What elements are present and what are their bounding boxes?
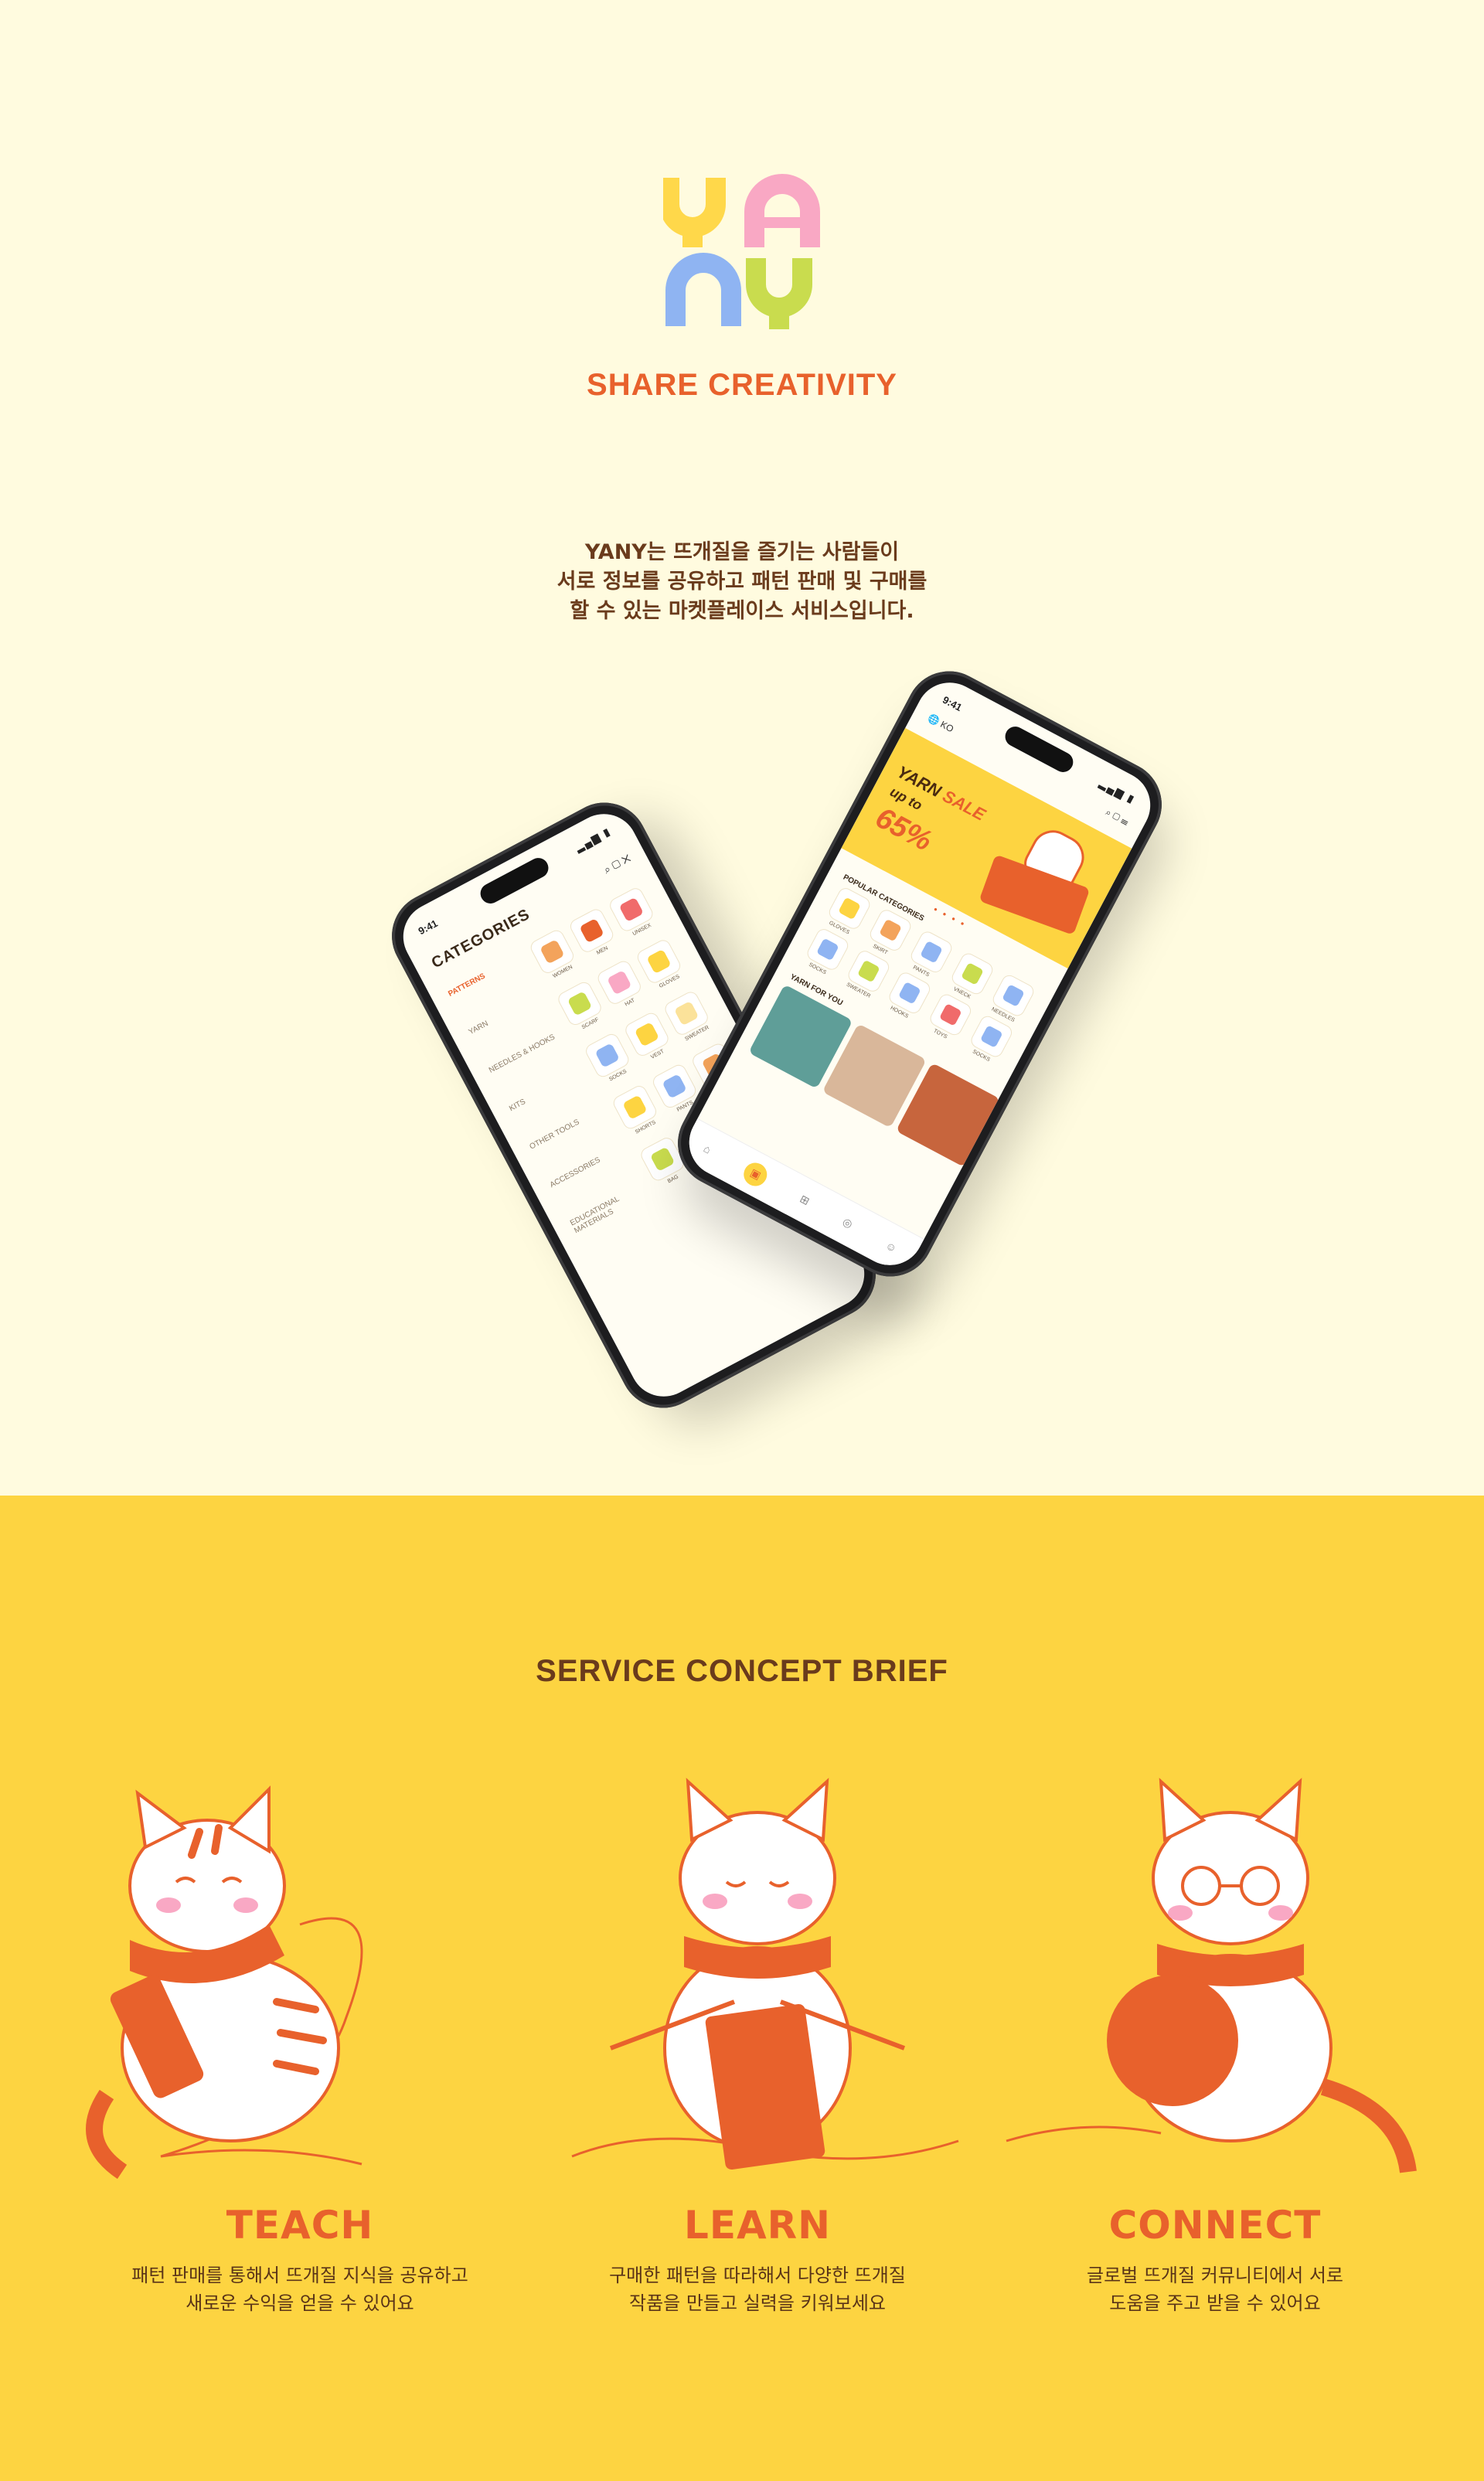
concept-heading: CONNECT: [1108, 2203, 1322, 2248]
banner-sale: SALE: [939, 786, 989, 825]
home-tab-icon[interactable]: ⌂: [702, 1142, 713, 1155]
yarn-ball-cat-illustration: [1006, 1778, 1417, 2173]
phone-screen: 9:41 ▂▄▆ ▮ 🌐 KO ⌕ ▢ ☰ YARN SALE up to 65…: [677, 670, 1162, 1278]
description-line: 새로운 수익을 얻을 수 있어요: [186, 2292, 414, 2314]
section-title: SERVICE CONCEPT BRIEF: [536, 1654, 948, 1688]
category-icon: [539, 939, 565, 965]
yany-logo: [663, 174, 820, 329]
concept-heading: LEARN: [683, 2203, 832, 2248]
description-line: 도움을 주고 받을 수 있어요: [1109, 2292, 1321, 2314]
description-line: 작품을 만들고 실력을 키워보세요: [628, 2292, 886, 2314]
concept-heading: TEACH: [226, 2203, 374, 2248]
intro-line: 할 수 있는 마켓플레이스 서비스입니다.: [570, 599, 914, 623]
category-icon: [622, 1094, 648, 1120]
category-icon: [646, 948, 672, 975]
description-line: 패턴 판매를 통해서 뜨개질 지식을 공유하고: [131, 2265, 468, 2286]
language-label: KO: [938, 718, 956, 735]
category-icon: [979, 1025, 1003, 1048]
category-icon: [857, 959, 880, 983]
intro-line: 서로 정보를 공유하고 패턴 판매 및 구매를: [556, 570, 928, 594]
concept-description: 패턴 판매를 통해서 뜨개질 지식을 공유하고 새로운 수익을 얻을 수 있어요: [83, 2261, 516, 2317]
category-icon: [938, 1003, 962, 1026]
status-time: 9:41: [416, 917, 440, 938]
category-icon: [662, 1074, 687, 1099]
add-tab-icon[interactable]: ⊞: [798, 1193, 812, 1209]
description-line: 구매한 패턴을 따라해서 다양한 뜨개질: [609, 2265, 906, 2286]
concept-teach: TEACH 패턴 판매를 통해서 뜨개질 지식을 공유하고 새로운 수익을 얻을…: [83, 1754, 516, 2317]
category-icon: [838, 897, 861, 921]
close-icon[interactable]: ✕: [619, 852, 632, 866]
phone-mockup-home: 9:41 ▂▄▆ ▮ 🌐 KO ⌕ ▢ ☰ YARN SALE up to 65…: [662, 655, 1177, 1292]
category-icon: [607, 969, 632, 995]
category-icon: [897, 981, 921, 1005]
category-icon: [816, 938, 839, 961]
category-icon: [579, 917, 604, 944]
concept-learn: LEARN 구매한 패턴을 따라해서 다양한 뜨개질 작품을 만들고 실력을 키…: [541, 1754, 974, 2317]
language-selector[interactable]: 🌐 KO: [926, 712, 955, 735]
category-icon: [618, 897, 645, 923]
profile-tab-icon[interactable]: ☺: [883, 1238, 899, 1254]
concept-description: 글로벌 뜨개질 커뮤니티에서 서로 도움을 주고 받을 수 있어요: [999, 2261, 1431, 2317]
category-icon: [879, 918, 902, 942]
category-icon: [594, 1043, 620, 1068]
category-icon: [567, 991, 593, 1016]
category-icon: [1002, 984, 1025, 1007]
description-line: 글로벌 뜨개질 커뮤니티에서 서로: [1086, 2265, 1343, 2286]
header-icons: ⌕ ▢ ☰: [1104, 807, 1131, 829]
status-time: 9:41: [941, 693, 965, 714]
concept-connect: CONNECT 글로벌 뜨개질 커뮤니티에서 서로 도움을 주고 받을 수 있어…: [999, 1754, 1431, 2317]
hero-section: SHARE CREATIVITY YANY는 뜨개질을 즐기는 사람들이 서로 …: [0, 0, 1484, 1496]
category-icon: [634, 1022, 660, 1047]
community-tab-icon[interactable]: ◎: [840, 1215, 855, 1231]
signal-icon: ▂▄▆ ▮: [573, 825, 613, 854]
header-icons: ⌕ ▢ ✕: [601, 852, 633, 876]
knitting-cat-illustration: [571, 1778, 959, 2170]
intro-line: YANY는 뜨개질을 즐기는 사람들이: [584, 540, 900, 564]
category-icon: [920, 940, 943, 964]
category-icon: [961, 962, 984, 985]
menu-icon[interactable]: ☰: [1119, 815, 1131, 828]
concept-description: 구매한 패턴을 따라해서 다양한 뜨개질 작품을 만들고 실력을 키워보세요: [541, 2261, 974, 2317]
signal-icon: ▂▄▆ ▮: [1098, 777, 1138, 806]
tagline: SHARE CREATIVITY: [587, 368, 897, 402]
shop-tab-icon[interactable]: ▣: [740, 1158, 771, 1190]
category-icon: [673, 1000, 699, 1026]
intro-text: YANY는 뜨개질을 즐기는 사람들이 서로 정보를 공유하고 패턴 판매 및 …: [0, 538, 1484, 626]
category-icon: [649, 1146, 676, 1172]
banner-discount: 65%: [870, 801, 938, 858]
teaching-cat-illustration: [86, 1785, 363, 2180]
